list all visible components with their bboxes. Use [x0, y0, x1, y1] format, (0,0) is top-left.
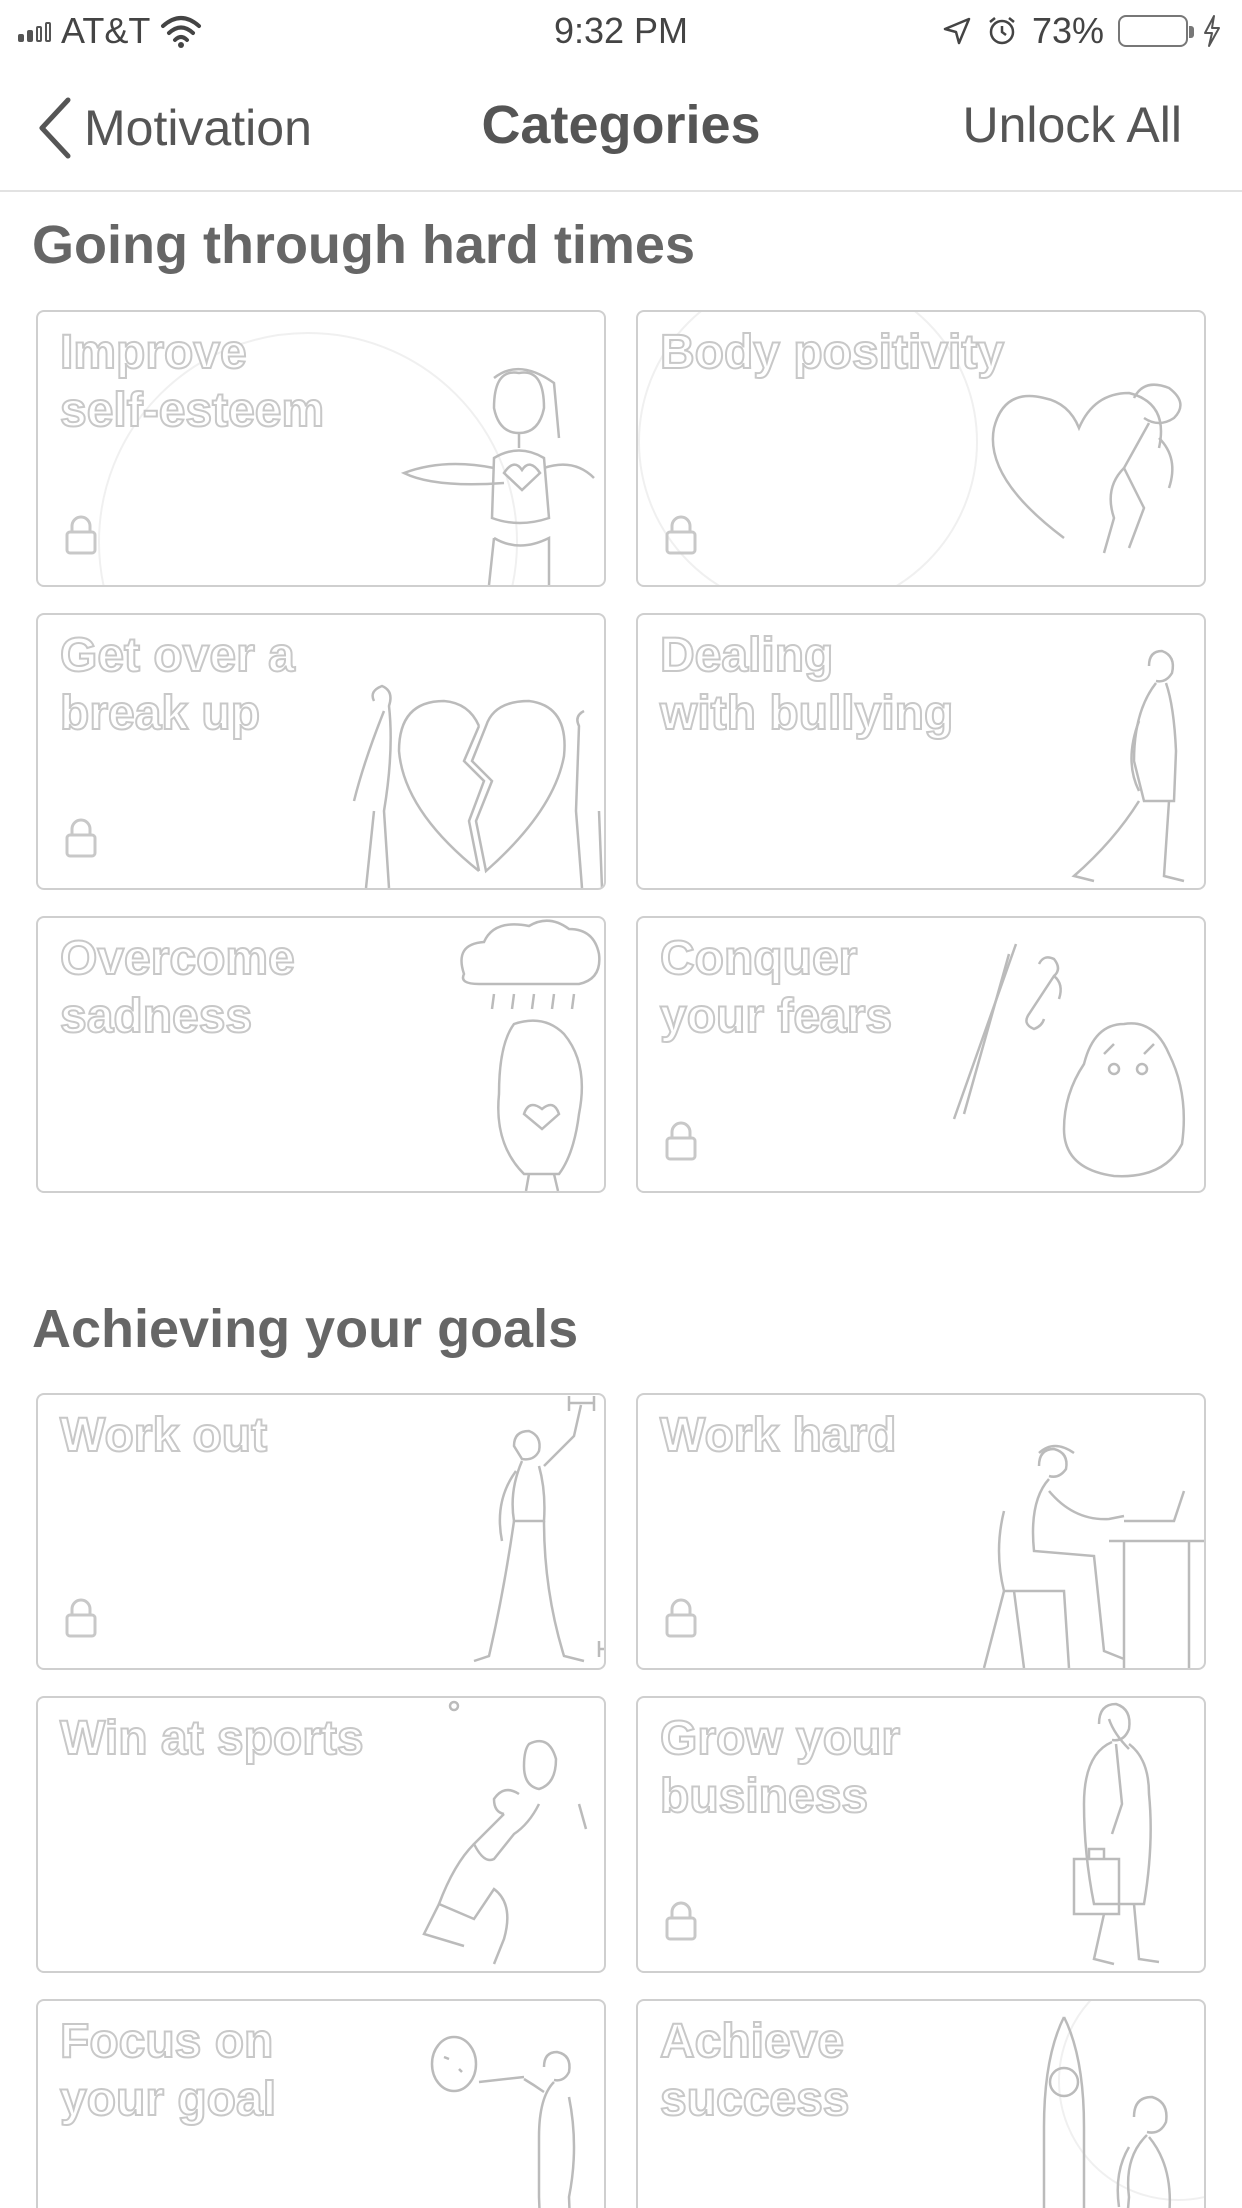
lock-icon	[665, 1121, 697, 1161]
category-title: Dealing with bullying	[659, 628, 954, 741]
lock-icon	[665, 1901, 697, 1941]
category-title: Get over a break up	[59, 628, 296, 741]
back-button[interactable]: Motivation	[36, 96, 312, 160]
battery-icon	[1118, 15, 1194, 47]
section-title-hard-times: Going through hard times	[32, 215, 695, 275]
category-title: Improve self-esteem	[59, 325, 325, 438]
category-card-conquer-your-fears[interactable]: Conquer your fears	[636, 916, 1206, 1193]
category-card-win-at-sports[interactable]: Win at sports	[36, 1696, 606, 1973]
category-card-dealing-with-bullying[interactable]: Dealing with bullying	[636, 613, 1206, 890]
category-card-grow-your-business[interactable]: Grow your business	[636, 1696, 1206, 1973]
category-card-work-hard[interactable]: Work hard	[636, 1393, 1206, 1670]
category-grid-achieving-goals: Work out Work hard Win at sports Grow yo…	[36, 1393, 1206, 2208]
lock-icon	[665, 515, 697, 555]
unlock-all-button[interactable]: Unlock All	[962, 96, 1182, 154]
lock-icon	[65, 818, 97, 858]
category-title: Grow your business	[659, 1711, 901, 1824]
lock-icon	[65, 1598, 97, 1638]
lock-icon	[65, 515, 97, 555]
location-icon	[943, 17, 971, 45]
chevron-left-icon	[39, 97, 71, 159]
category-title: Body positivity	[659, 325, 1005, 380]
battery-percentage: 73%	[1031, 10, 1104, 51]
category-card-get-over-break-up[interactable]: Get over a break up	[36, 613, 606, 890]
category-card-improve-self-esteem[interactable]: Improve self-esteem	[36, 310, 606, 587]
charging-icon	[1204, 15, 1220, 47]
category-title: Overcome sadness	[59, 931, 296, 1044]
category-grid-hard-times: Improve self-esteem Body positivity Get …	[36, 310, 1206, 1193]
lock-icon	[665, 1598, 697, 1638]
category-title: Achieve success	[659, 2014, 851, 2127]
category-card-achieve-success[interactable]: Achieve success	[636, 1999, 1206, 2208]
alarm-icon	[989, 17, 1015, 45]
status-bar: AT&T 9:32 PM 73%	[0, 0, 1242, 60]
category-title: Focus on your goal	[59, 2014, 277, 2127]
category-title: Work hard	[659, 1408, 897, 1463]
category-card-focus-on-your-goal[interactable]: Focus on your goal	[36, 1999, 606, 2208]
category-card-work-out[interactable]: Work out	[36, 1393, 606, 1670]
category-title: Work out	[59, 1408, 268, 1463]
category-title: Win at sports	[59, 1711, 365, 1766]
navigation-bar: Motivation Categories Unlock All	[0, 60, 1242, 192]
category-title: Conquer your fears	[659, 931, 893, 1044]
back-button-label: Motivation	[84, 100, 312, 156]
category-card-overcome-sadness[interactable]: Overcome sadness	[36, 916, 606, 1193]
category-card-body-positivity[interactable]: Body positivity	[636, 310, 1206, 587]
section-title-achieving-goals: Achieving your goals	[32, 1299, 579, 1359]
